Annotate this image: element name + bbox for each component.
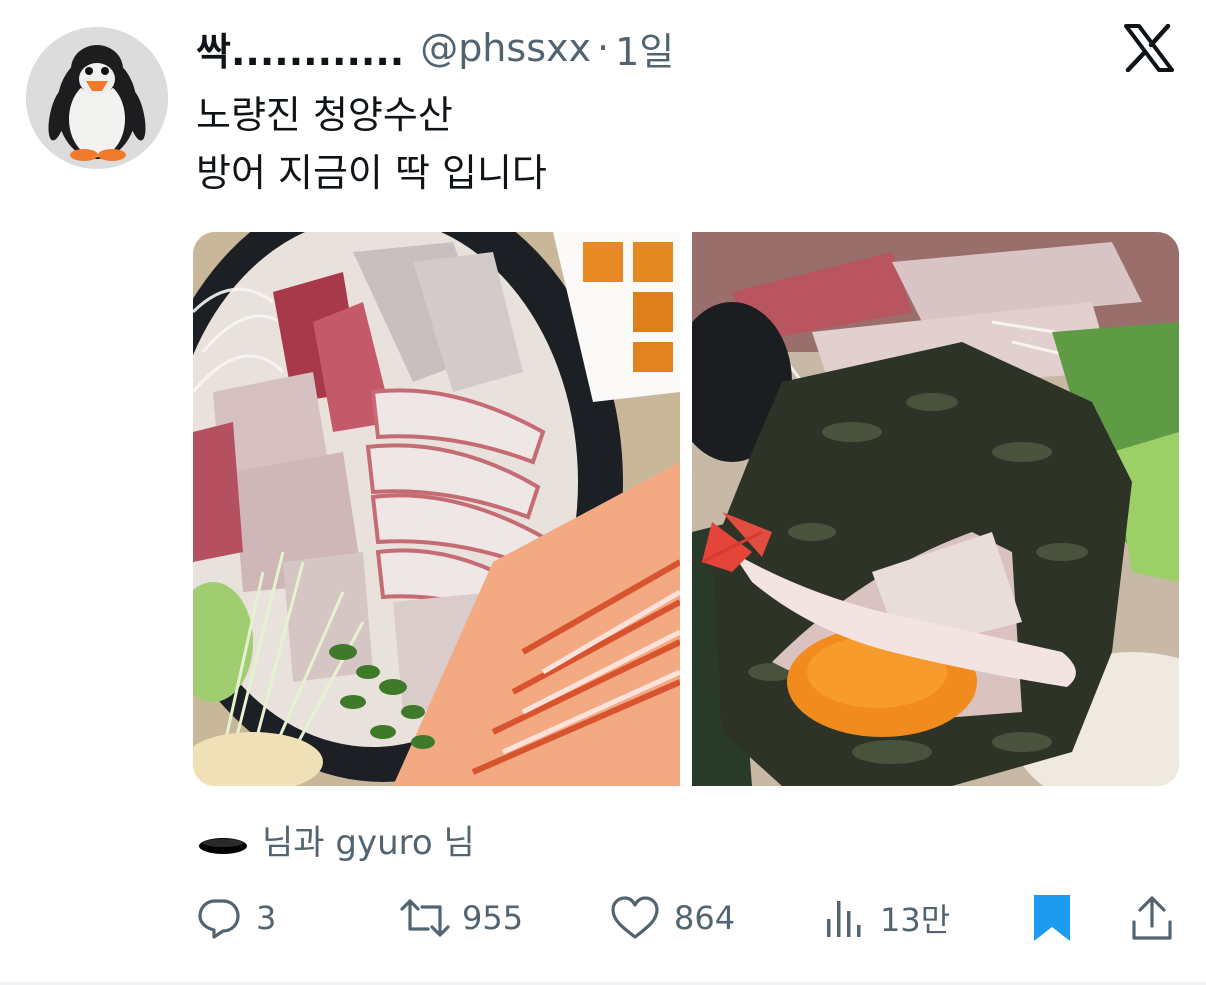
reply-icon <box>198 899 240 939</box>
tweet-text-line: 노량진 청양수산 <box>196 93 453 137</box>
like-count: 864 <box>674 899 736 937</box>
share-icon <box>1132 896 1172 940</box>
avatar-image <box>26 27 168 169</box>
view-count: 13만 <box>880 901 951 939</box>
user-handle[interactable]: @phssxx <box>420 26 591 70</box>
hole-icon <box>199 838 247 854</box>
action-bar: 3 955 864 13만 <box>192 888 1182 948</box>
retweet-count: 955 <box>462 899 524 937</box>
display-name[interactable]: 싹............ <box>196 21 404 76</box>
tweet-text-line: 방어 지금이 딱 입니다 <box>196 151 547 195</box>
tagged-users-label: 님과 gyuro 님 <box>262 822 475 863</box>
tweet-text: 노량진 청양수산 방어 지금이 딱 입니다 <box>196 86 547 202</box>
views-icon <box>827 901 861 937</box>
tweet-media <box>193 232 1179 786</box>
timestamp[interactable]: 1일 <box>615 21 674 76</box>
retweet-icon <box>400 899 450 937</box>
avatar[interactable] <box>26 27 168 169</box>
reply-button[interactable]: 3 <box>196 888 276 948</box>
x-logo-icon[interactable] <box>1124 23 1174 73</box>
separator-dot: · <box>596 26 610 70</box>
share-button[interactable] <box>1130 888 1174 948</box>
bookmark-icon <box>1034 895 1070 941</box>
views-button[interactable]: 13만 <box>824 888 950 948</box>
bookmark-button[interactable] <box>1032 888 1072 948</box>
retweet-button[interactable]: 955 <box>398 888 523 948</box>
photo-seaweed-roll[interactable] <box>692 232 1179 786</box>
photo-sashimi-platter[interactable] <box>193 232 680 786</box>
tweet-header: 싹............ @phssxx · 1일 <box>196 22 674 74</box>
like-icon <box>611 896 659 939</box>
tagged-users[interactable]: 님과 gyuro 님 <box>198 812 475 866</box>
reply-count: 3 <box>256 899 277 937</box>
like-button[interactable]: 864 <box>610 888 735 948</box>
